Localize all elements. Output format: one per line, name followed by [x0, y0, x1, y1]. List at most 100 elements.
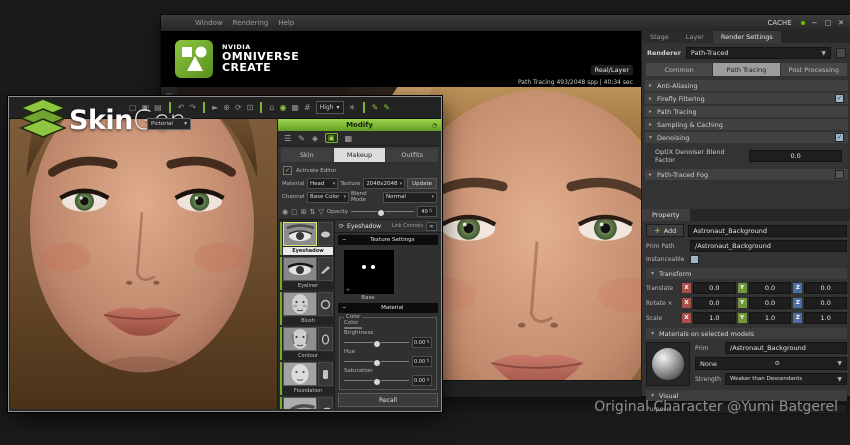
subtab-path-tracing[interactable]: Path Tracing: [713, 63, 779, 76]
undo-icon[interactable]: ↶: [178, 103, 185, 112]
pattern-icon[interactable]: ▦: [345, 134, 353, 143]
tab-layer[interactable]: Layer: [678, 31, 712, 43]
channel-dropdown[interactable]: Base Color▾: [307, 192, 349, 203]
scale-z-field[interactable]: 1.0: [804, 312, 847, 324]
material-dropdown[interactable]: None ⚙ ▼: [695, 357, 847, 370]
visibility-icon[interactable]: ◉: [282, 208, 288, 216]
optix-blend-value[interactable]: 0.0: [749, 150, 842, 162]
materials-section-header[interactable]: ▾ Materials on selected models: [646, 328, 847, 339]
section-anti-aliasing[interactable]: ▸ Anti-Aliasing: [645, 80, 848, 91]
edit-mesh-icon[interactable]: ✎: [372, 103, 379, 112]
material-prim-field[interactable]: /Astronaut_Background: [725, 342, 847, 354]
maximize-button[interactable]: □: [825, 19, 832, 27]
tab-makeup[interactable]: Makeup: [334, 148, 386, 162]
translate-y-field[interactable]: 0.0: [749, 282, 792, 294]
menu-window[interactable]: Window: [195, 19, 223, 27]
firefly-checkbox[interactable]: ✓: [835, 94, 844, 103]
blend-mode-dropdown[interactable]: Normal▾: [383, 192, 437, 203]
brush-icon[interactable]: ✎: [298, 134, 305, 143]
texture-settings-header[interactable]: − Texture Settings: [338, 235, 438, 245]
instanceable-checkbox[interactable]: [690, 255, 699, 264]
scale-tool-icon[interactable]: ⊡: [247, 103, 254, 112]
rotate-tool-icon[interactable]: ⟳: [235, 103, 242, 112]
select-tool-icon[interactable]: ►: [212, 103, 218, 112]
reorder-icon[interactable]: ⇅: [310, 208, 316, 216]
menu-help[interactable]: Help: [278, 19, 294, 27]
refresh-icon[interactable]: ⟳: [339, 223, 344, 230]
brightness-value[interactable]: 0.00⇅: [412, 337, 432, 348]
material-dropdown[interactable]: Head▾: [307, 178, 338, 189]
recall-button[interactable]: Recall: [338, 393, 438, 407]
saturation-slider[interactable]: [344, 376, 409, 385]
rotate-z-field[interactable]: 0.0: [804, 297, 847, 309]
minimize-button[interactable]: −: [812, 19, 818, 27]
tab-stage[interactable]: Stage: [642, 31, 677, 43]
quality-dropdown[interactable]: High ▾: [316, 101, 344, 114]
activate-editor-checkbox[interactable]: ✓: [283, 166, 292, 175]
render-mode-badge[interactable]: Real/Layer: [591, 65, 633, 75]
rotate-y-field[interactable]: 0.0: [749, 297, 792, 309]
grid-toggle-icon[interactable]: ▦: [291, 103, 299, 112]
color-swatch[interactable]: [344, 327, 362, 329]
subtab-post-processing[interactable]: Post Processing: [781, 63, 847, 76]
delete-layer-icon[interactable]: ▽: [318, 208, 323, 216]
layer-eyeshadow[interactable]: Eyeshadow: [280, 222, 333, 255]
layer-eyeliner[interactable]: Eyeliner: [280, 257, 333, 290]
update-button[interactable]: Update: [407, 178, 437, 189]
add-property-button[interactable]: +Add: [646, 224, 684, 237]
save-file-icon[interactable]: ▤: [154, 103, 162, 112]
translate-x-field[interactable]: 0.0: [693, 282, 736, 294]
hue-value[interactable]: 0.00⇅: [412, 356, 432, 367]
denoising-checkbox[interactable]: ✓: [835, 133, 844, 142]
translate-z-field[interactable]: 0.0: [804, 282, 847, 294]
new-layer-icon[interactable]: ▢: [291, 208, 298, 216]
fog-checkbox[interactable]: [835, 170, 844, 179]
texture-preview[interactable]: ∞: [343, 249, 395, 295]
layer-foundation[interactable]: Foundation: [280, 362, 333, 395]
new-file-icon[interactable]: ▢: [129, 103, 137, 112]
subtab-common[interactable]: Common: [646, 63, 712, 76]
tab-render-settings[interactable]: Render Settings: [713, 31, 781, 43]
hue-slider[interactable]: [344, 357, 409, 366]
scale-y-field[interactable]: 1.0: [749, 312, 792, 324]
renderer-dropdown[interactable]: Path-Traced ▼: [686, 47, 831, 59]
move-tool-icon[interactable]: ⊕: [223, 103, 230, 112]
section-path-traced-fog[interactable]: ▸ Path-Traced Fog: [645, 169, 848, 180]
tab-skin[interactable]: Skin: [281, 148, 333, 162]
material-section-header[interactable]: − Material: [338, 303, 438, 313]
open-file-icon[interactable]: ▣: [142, 103, 150, 112]
opacity-value[interactable]: 40⇅: [417, 206, 437, 217]
section-firefly-filtering[interactable]: ▸ Firefly Filtering ✓: [645, 93, 848, 104]
redo-icon[interactable]: ↷: [189, 103, 196, 112]
spinner-icon[interactable]: ⇅: [429, 209, 433, 214]
section-path-tracing[interactable]: ▸ Path Tracing: [645, 106, 848, 117]
scale-x-field[interactable]: 1.0: [693, 312, 736, 324]
texture-size-dropdown[interactable]: 2048x2048▾: [363, 178, 405, 189]
opacity-slider[interactable]: [351, 207, 414, 216]
transform-section-header[interactable]: ▾ Transform: [646, 268, 847, 279]
link-toggle-icon[interactable]: ∞: [426, 222, 437, 231]
section-sampling-caching[interactable]: ▸ Sampling & Caching: [645, 119, 848, 130]
prim-path-field[interactable]: /Astronaut_Background: [690, 240, 847, 252]
prim-name-field[interactable]: Astronaut_Background: [688, 225, 847, 237]
brightness-slider[interactable]: [344, 338, 409, 347]
saturation-value[interactable]: 0.00⇅: [412, 375, 432, 386]
layers-list-icon[interactable]: ☰: [284, 134, 291, 143]
snap-icon[interactable]: #: [304, 103, 311, 112]
skingen-editor-icon[interactable]: ▣: [325, 133, 338, 143]
strength-dropdown[interactable]: Weaker than Descendants ▼: [725, 373, 847, 385]
section-denoising[interactable]: ▾ Denoising ✓: [645, 132, 848, 143]
add-layer-icon[interactable]: ⊞: [301, 208, 307, 216]
light-icon[interactable]: ☀: [349, 103, 356, 112]
renderer-options-button[interactable]: [836, 48, 846, 58]
camera-view-icon[interactable]: ◉: [279, 103, 286, 112]
menu-rendering[interactable]: Rendering: [233, 19, 269, 27]
display-mode-dropdown[interactable]: Pictorial ▾: [147, 118, 191, 130]
home-view-icon[interactable]: ⌂: [269, 103, 274, 112]
node-link-icon[interactable]: ◈: [312, 134, 318, 143]
tab-outfits[interactable]: Outfits: [386, 148, 438, 162]
gear-icon[interactable]: ⚙: [774, 360, 779, 367]
layer-contour[interactable]: Contour: [280, 327, 333, 360]
info-icon[interactable]: ◔: [432, 122, 437, 129]
tab-property[interactable]: Property: [642, 209, 690, 221]
